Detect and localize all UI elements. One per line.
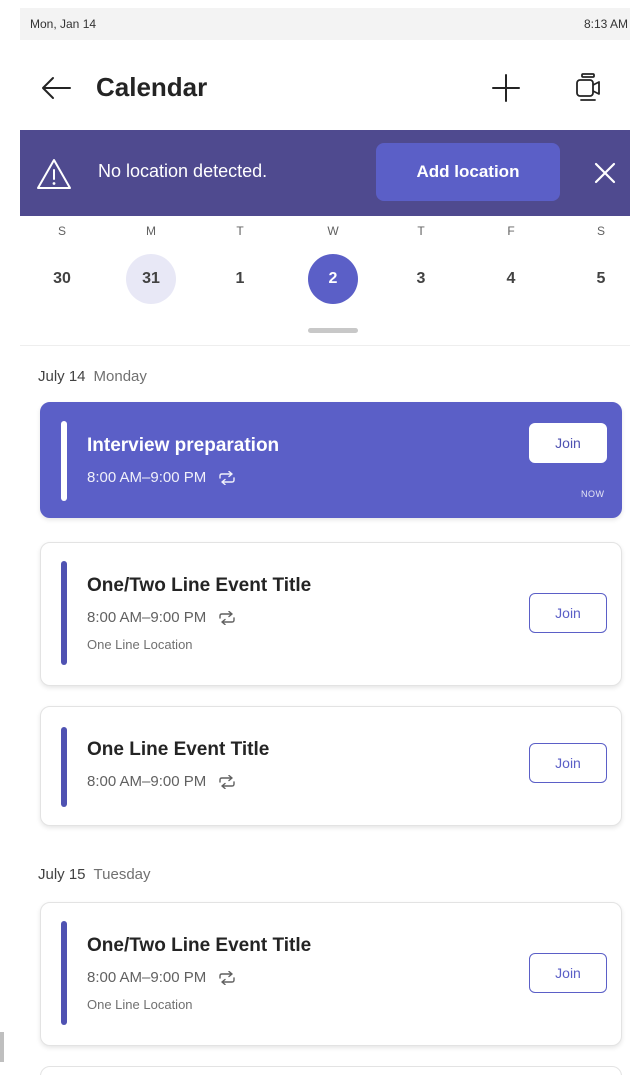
event-time-text: 8:00 AM–9:00 PM — [87, 609, 207, 626]
section-weekday: Tuesday — [93, 866, 151, 883]
calendar-screen: Mon, Jan 14 8:13 AM Calendar No location… — [20, 0, 630, 1075]
meet-now-button[interactable] — [568, 70, 608, 106]
day-letter: F — [507, 224, 515, 238]
status-bar: Mon, Jan 14 8:13 AM — [20, 8, 630, 40]
day-column: T 1 — [210, 216, 270, 336]
day-number[interactable]: 30 — [37, 254, 87, 304]
section-header: July 15 Tuesday — [38, 866, 151, 883]
event-color-bar — [61, 561, 67, 665]
day-number[interactable]: 5 — [576, 254, 626, 304]
day-number-today[interactable]: 31 — [126, 254, 176, 304]
video-meet-icon — [576, 73, 600, 101]
join-button[interactable]: Join — [529, 593, 607, 633]
day-column: W 2 — [303, 216, 363, 336]
banner-close-button[interactable] — [586, 154, 624, 192]
day-letter: S — [57, 224, 66, 238]
event-time: 8:00 AM–9:00 PM — [87, 609, 236, 626]
event-title: Interview preparation — [87, 435, 280, 456]
join-button[interactable]: Join — [529, 953, 607, 993]
event-card-partial[interactable] — [40, 1066, 622, 1075]
day-column: M 31 — [121, 216, 181, 336]
section-weekday: Monday — [93, 368, 147, 385]
divider — [20, 345, 630, 346]
event-card-active[interactable]: Interview preparation 8:00 AM–9:00 PM Jo… — [40, 402, 622, 518]
day-letter: S — [596, 224, 605, 238]
warning-icon — [37, 159, 71, 189]
event-time: 8:00 AM–9:00 PM — [87, 969, 236, 986]
repeat-icon — [219, 470, 235, 485]
join-button[interactable]: Join — [529, 423, 607, 463]
status-date: Mon, Jan 14 — [30, 17, 97, 31]
day-number[interactable]: 3 — [396, 254, 446, 304]
event-time-text: 8:00 AM–9:00 PM — [87, 969, 207, 986]
add-event-button[interactable] — [486, 70, 526, 106]
day-column: F 4 — [481, 216, 541, 336]
event-title: One Line Event Title — [87, 739, 270, 760]
event-time-text: 8:00 AM–9:00 PM — [87, 469, 207, 486]
location-banner: No location detected. Add location — [20, 130, 630, 216]
day-column: S 30 — [32, 216, 92, 336]
event-location: One Line Location — [87, 997, 193, 1012]
repeat-icon — [219, 774, 235, 789]
day-number-selected[interactable]: 2 — [308, 254, 358, 304]
app-header: Calendar — [20, 40, 630, 130]
day-letter: W — [327, 224, 339, 238]
day-number[interactable]: 1 — [215, 254, 265, 304]
section-date: July 14 — [38, 368, 86, 385]
week-strip: S 30 M 31 T 1 W 2 T 3 F 4 S 5 — [20, 216, 630, 346]
plus-icon — [492, 74, 520, 102]
section-date: July 15 — [38, 866, 86, 883]
event-card[interactable]: One/Two Line Event Title 8:00 AM–9:00 PM… — [40, 542, 622, 686]
expand-handle[interactable] — [308, 328, 358, 333]
now-badge: NOW — [581, 489, 605, 499]
event-title: One/Two Line Event Title — [87, 575, 312, 596]
day-column: T 3 — [391, 216, 451, 336]
arrow-left-icon — [42, 77, 71, 99]
day-letter: T — [236, 224, 244, 238]
event-color-bar — [61, 727, 67, 807]
event-time: 8:00 AM–9:00 PM — [87, 773, 236, 790]
event-color-bar — [61, 921, 67, 1025]
left-margin — [0, 0, 20, 1075]
event-card[interactable]: One/Two Line Event Title 8:00 AM–9:00 PM… — [40, 902, 622, 1046]
banner-message: No location detected. — [98, 161, 268, 181]
event-title: One/Two Line Event Title — [87, 935, 312, 956]
repeat-icon — [219, 610, 235, 625]
repeat-icon — [219, 970, 235, 985]
day-letter: T — [417, 224, 425, 238]
add-location-button[interactable]: Add location — [376, 143, 560, 201]
event-time-text: 8:00 AM–9:00 PM — [87, 773, 207, 790]
event-card[interactable]: One Line Event Title 8:00 AM–9:00 PM Joi… — [40, 706, 622, 826]
event-time: 8:00 AM–9:00 PM — [87, 469, 236, 486]
status-time: 8:13 AM — [583, 17, 628, 31]
edge-marker — [0, 1032, 4, 1062]
day-letter: M — [146, 224, 156, 238]
page-title: Calendar — [96, 72, 208, 102]
day-column: S 5 — [571, 216, 630, 336]
event-location: One Line Location — [87, 637, 193, 652]
close-icon — [594, 162, 616, 184]
section-header: July 14 Monday — [38, 368, 147, 385]
day-number[interactable]: 4 — [486, 254, 536, 304]
join-button[interactable]: Join — [529, 743, 607, 783]
back-button[interactable] — [38, 70, 74, 106]
event-color-bar — [61, 421, 67, 501]
